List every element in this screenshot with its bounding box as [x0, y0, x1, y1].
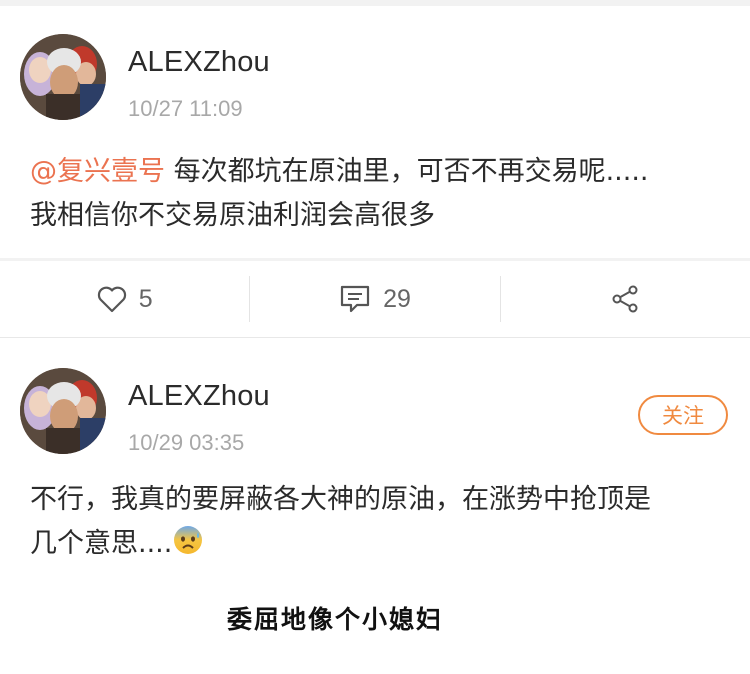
anxious-sweat-face-icon [172, 524, 204, 570]
avatar-image [20, 368, 106, 454]
timestamp: 10/29 03:35 [128, 430, 245, 455]
comment-count: 29 [383, 284, 411, 313]
post-text-line-1: @复兴壹号 每次都坑在原油里，可否不再交易呢..... [30, 150, 730, 194]
follow-button[interactable]: 关注 [638, 395, 728, 435]
like-button[interactable]: 5 [0, 276, 249, 322]
post-text-line-2: 几个意思.... [30, 522, 730, 570]
share-icon [612, 285, 638, 313]
comment-button[interactable]: 29 [250, 276, 499, 322]
timestamp: 10/27 11:09 [128, 96, 243, 121]
share-button[interactable] [501, 276, 750, 322]
heart-icon [97, 286, 126, 313]
post-text-line-1: 不行，我真的要屏蔽各大神的原油，在涨势中抢顶是 [30, 484, 651, 515]
username[interactable]: ALEXZhou [128, 380, 270, 413]
avatar-image [20, 34, 106, 120]
post-text-line-2: 我相信你不交易原油利润会高很多 [30, 200, 435, 231]
meme-caption: 委屈地像个小媳妇 [226, 605, 443, 634]
mention-link[interactable]: @复兴壹号 [30, 156, 165, 187]
post-text-line-2-body: 几个意思.... [30, 528, 173, 559]
post-text: 不行，我真的要屏蔽各大神的原油，在涨势中抢顶是 几个意思.... [30, 478, 730, 570]
post-text-line-1-body: 每次都坑在原油里，可否不再交易呢..... [165, 156, 649, 187]
comment-icon [340, 285, 370, 313]
post-text: @复兴壹号 每次都坑在原油里，可否不再交易呢..... 我相信你不交易原油利润会… [30, 150, 730, 238]
like-count: 5 [138, 284, 153, 313]
post-card-1: ALEXZhou 10/27 11:09 @复兴壹号 每次都坑在原油里，可否不再… [0, 6, 750, 258]
avatar[interactable] [20, 368, 106, 454]
avatar[interactable] [20, 34, 106, 120]
action-bar: 5 29 [0, 261, 750, 338]
username[interactable]: ALEXZhou [128, 46, 270, 79]
post-card-2: ALEXZhou 10/29 03:35 关注 不行，我真的要屏蔽各大神的原油，… [0, 338, 750, 592]
